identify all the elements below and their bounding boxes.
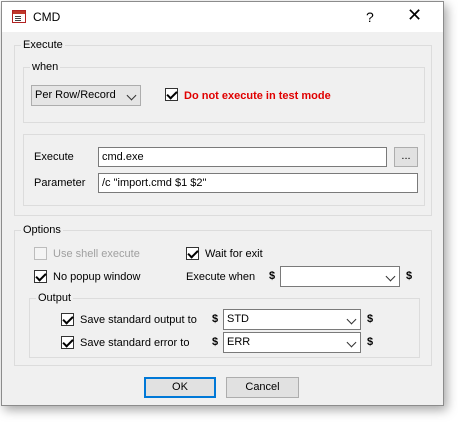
execute-input[interactable]: cmd.exe	[98, 147, 387, 167]
parameter-value: /c "import.cmd $1 $2"	[102, 177, 207, 189]
stdout-dollar-suffix[interactable]: $	[367, 313, 373, 325]
ok-button[interactable]: OK	[144, 377, 216, 398]
use-shell-execute-checkbox	[34, 247, 47, 260]
chevron-down-icon	[346, 314, 357, 325]
execute-when-dollar-prefix[interactable]: $	[269, 270, 275, 282]
no-popup-window-checkbox[interactable]	[34, 270, 47, 283]
parameter-input[interactable]: /c "import.cmd $1 $2"	[98, 173, 418, 193]
execute-mode-dropdown[interactable]: Per Row/Record	[31, 85, 141, 106]
save-stderr-checkbox[interactable]	[61, 336, 74, 349]
stderr-dollar-prefix[interactable]: $	[212, 336, 218, 348]
save-stderr-label[interactable]: Save standard error to	[80, 337, 189, 349]
stdout-value: STD	[227, 313, 249, 325]
execute-when-dollar-suffix[interactable]: $	[406, 270, 412, 282]
cmd-dialog: CMD ? ✕ Execute when Per Row/Record Do n…	[1, 1, 444, 406]
no-popup-window-label[interactable]: No popup window	[53, 271, 140, 283]
chevron-down-icon	[126, 90, 137, 101]
execute-legend: Execute	[23, 39, 63, 51]
when-legend: when	[32, 61, 59, 73]
do-not-execute-test-mode-label[interactable]: Do not execute in test mode	[184, 90, 331, 102]
execute-value: cmd.exe	[102, 151, 144, 163]
use-shell-execute-label: Use shell execute	[53, 248, 140, 260]
browse-button[interactable]: ...	[394, 147, 418, 167]
save-stdout-checkbox[interactable]	[61, 313, 74, 326]
chevron-down-icon	[385, 271, 396, 282]
stderr-value: ERR	[227, 336, 251, 348]
close-icon[interactable]: ✕	[407, 6, 422, 24]
chevron-down-icon	[346, 337, 357, 348]
stderr-dropdown[interactable]: ERR	[223, 332, 361, 353]
command-panel	[23, 134, 425, 206]
app-cmd-icon	[12, 10, 26, 23]
execute-when-dropdown[interactable]	[280, 266, 400, 287]
stdout-dropdown[interactable]: STD	[223, 309, 361, 330]
execute-mode-value: Per Row/Record	[35, 89, 116, 101]
wait-for-exit-checkbox[interactable]	[186, 247, 199, 260]
save-stdout-label[interactable]: Save standard output to	[80, 314, 197, 326]
wait-for-exit-label[interactable]: Wait for exit	[205, 248, 263, 260]
execute-label: Execute	[34, 151, 74, 163]
options-legend: Options	[23, 224, 61, 236]
output-legend: Output	[38, 292, 72, 304]
execute-when-label: Execute when	[186, 271, 256, 283]
parameter-label: Parameter	[34, 177, 86, 189]
window-title: CMD	[33, 10, 61, 24]
title-bar[interactable]: CMD ? ✕	[2, 2, 443, 32]
help-button[interactable]: ?	[366, 9, 374, 25]
stdout-dollar-prefix[interactable]: $	[212, 313, 218, 325]
stderr-dollar-suffix[interactable]: $	[367, 336, 373, 348]
do-not-execute-test-mode-checkbox[interactable]	[165, 88, 178, 101]
cancel-button[interactable]: Cancel	[226, 377, 299, 398]
